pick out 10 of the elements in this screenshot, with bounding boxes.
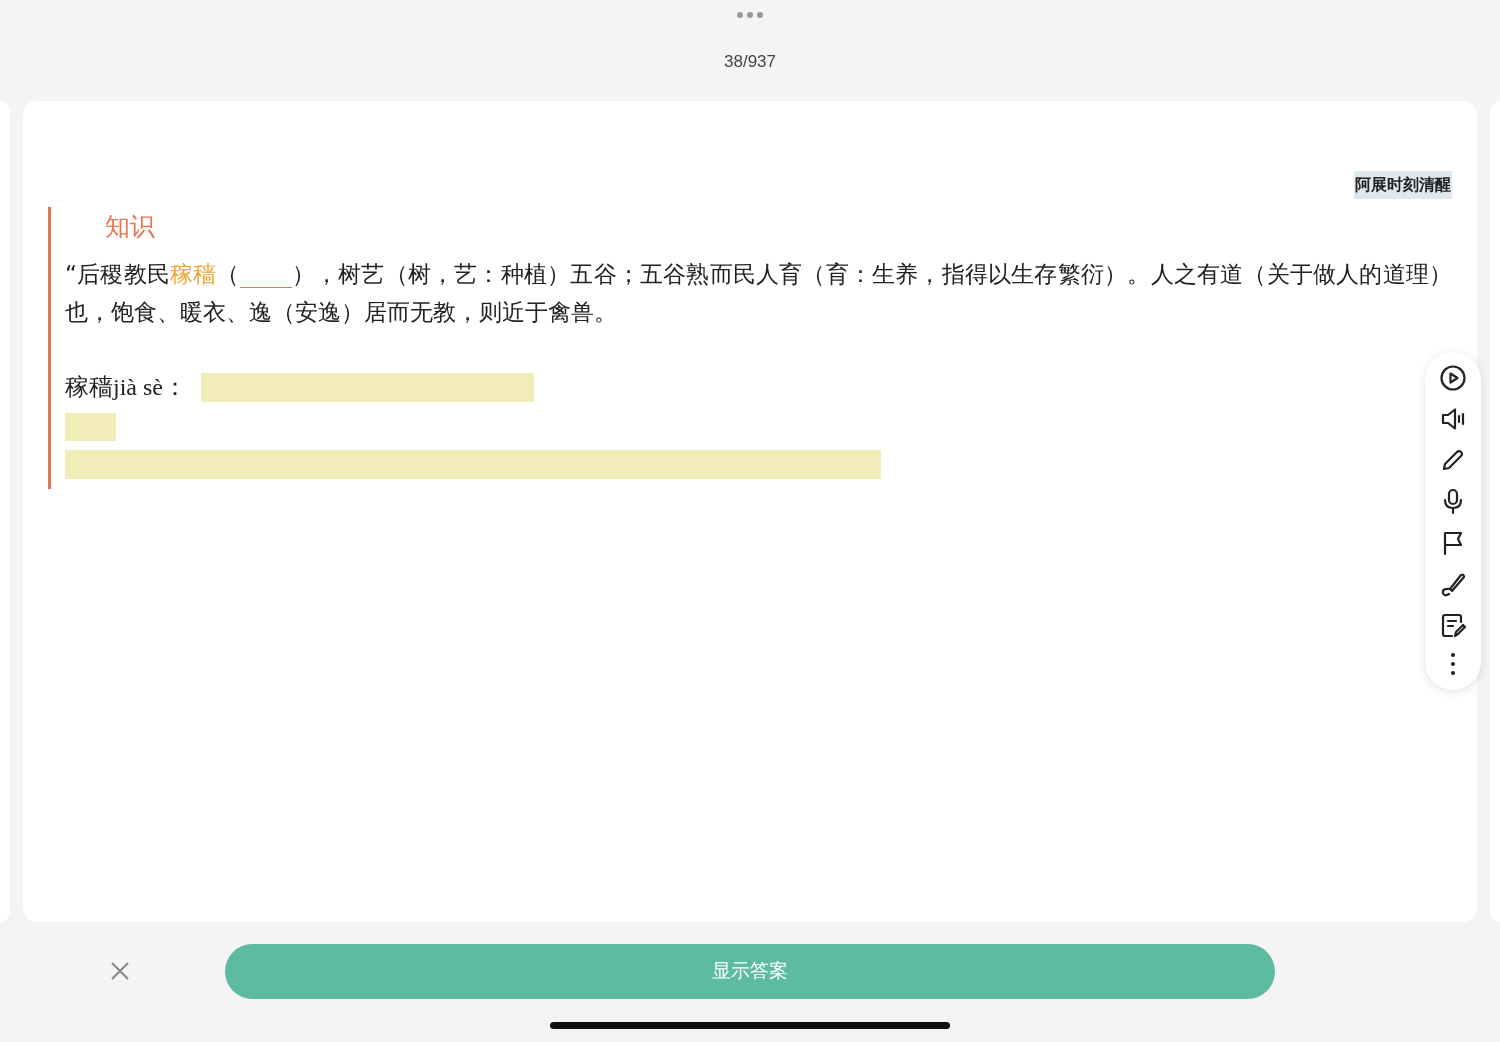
show-answer-button[interactable]: 显示答案	[225, 943, 1275, 999]
deck-tag: 阿展时刻清醒	[1354, 171, 1452, 199]
answer-label: 稼穑jià sè：	[65, 373, 187, 402]
section-title: 知识	[105, 211, 156, 243]
card-counter: 38/937	[724, 52, 776, 72]
close-icon[interactable]	[110, 961, 130, 981]
more-dots-icon[interactable]	[736, 11, 764, 19]
more-vertical-icon[interactable]	[1449, 652, 1457, 676]
passage-text: “后稷教民稼穑（ ），树艺（树，艺：种植）五谷；五谷熟而民人育（育：生养，指得以生存繁衍）。人之有道（关于做人的道理）也，饱食、暖衣、逸（安逸）居而无教，则近于禽兽。	[65, 260, 1452, 327]
play-icon[interactable]	[1439, 364, 1467, 392]
